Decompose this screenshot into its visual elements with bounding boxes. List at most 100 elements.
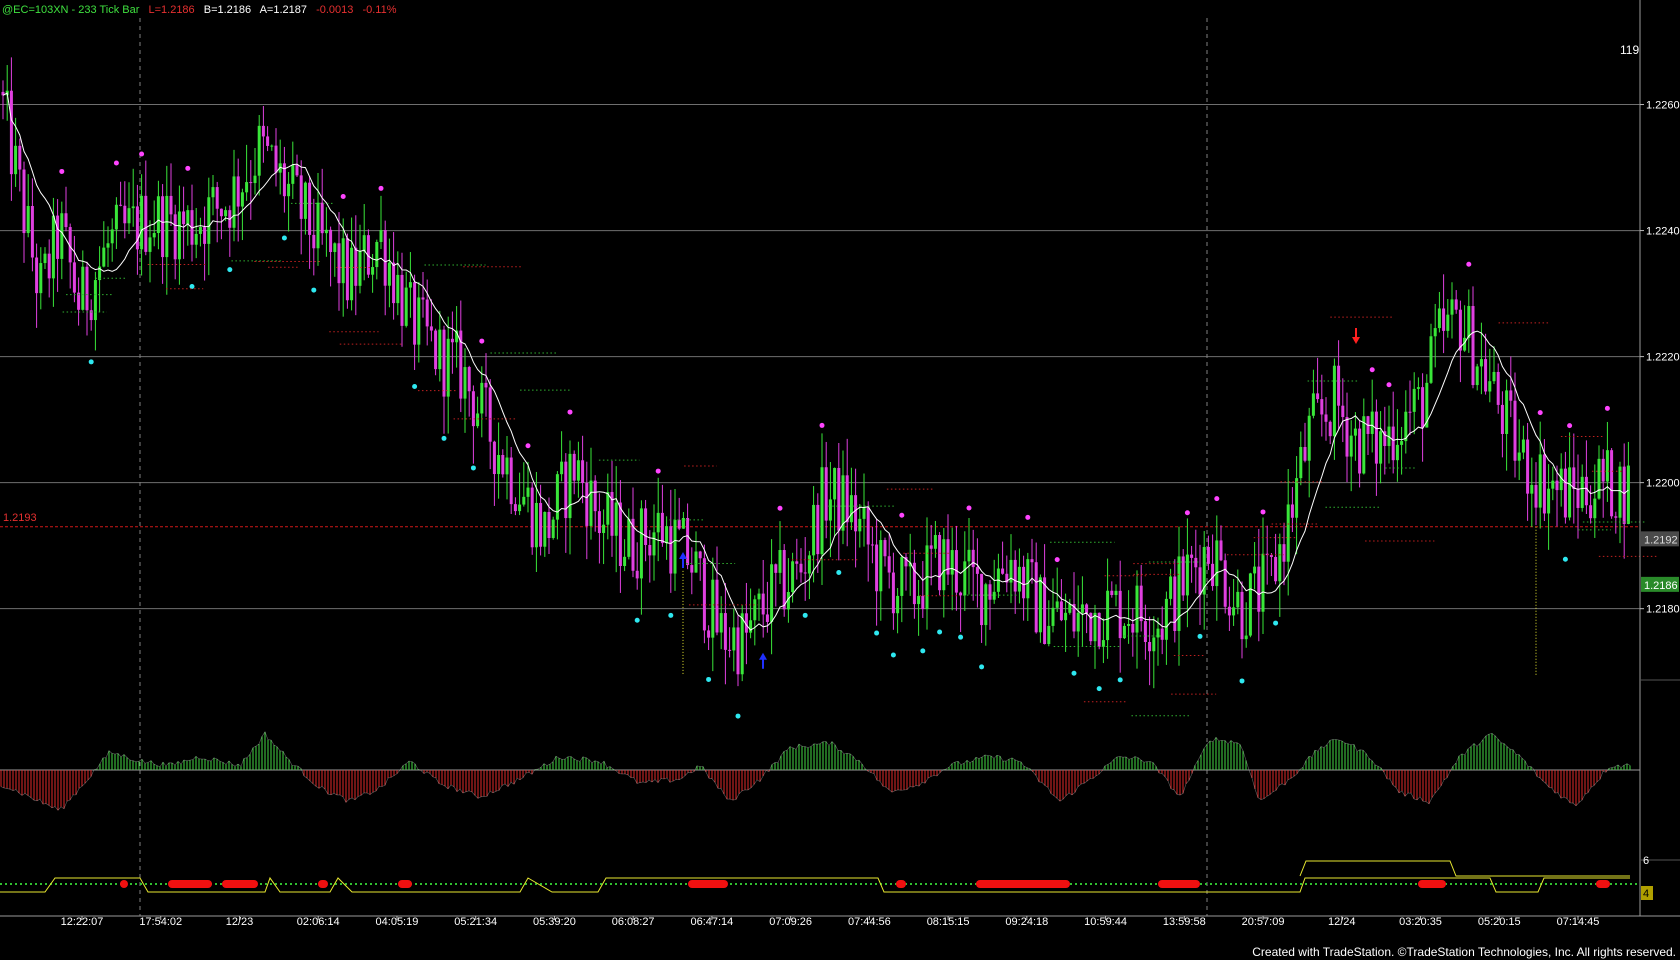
candle-body[interactable] <box>1593 498 1597 519</box>
bottom-signal-bar[interactable] <box>976 880 1070 888</box>
swing-low-dot[interactable] <box>1562 556 1568 562</box>
swing-low-dot[interactable] <box>920 648 926 654</box>
swing-low-dot[interactable] <box>412 383 418 389</box>
candle-body[interactable] <box>345 238 349 301</box>
candle-body[interactable] <box>1442 308 1446 331</box>
candle-body[interactable] <box>169 195 173 215</box>
swing-low-dot[interactable] <box>634 617 640 623</box>
candle-body[interactable] <box>60 213 64 259</box>
candle-body[interactable] <box>1526 439 1530 494</box>
candle-body[interactable] <box>950 550 954 575</box>
candle-body[interactable] <box>1391 426 1395 461</box>
candle-body[interactable] <box>425 299 429 327</box>
candle-body[interactable] <box>749 620 753 633</box>
swing-low-dot[interactable] <box>979 664 985 670</box>
candle-body[interactable] <box>56 215 60 259</box>
candle-body[interactable] <box>1345 417 1349 457</box>
candle-body[interactable] <box>1370 411 1374 434</box>
bottom-indicator-panel[interactable] <box>0 860 1640 893</box>
candle-body[interactable] <box>887 556 891 573</box>
candle-body[interactable] <box>660 512 664 544</box>
swing-high-dot[interactable] <box>1184 510 1190 516</box>
swing-low-dot[interactable] <box>836 569 842 575</box>
candle-body[interactable] <box>14 145 18 175</box>
candle-body[interactable] <box>1143 621 1147 642</box>
candle-body[interactable] <box>379 230 383 242</box>
candle-body[interactable] <box>1080 604 1084 613</box>
candle-body[interactable] <box>711 579 715 638</box>
candle-body[interactable] <box>778 550 782 573</box>
candle-body[interactable] <box>383 230 387 286</box>
candle-body[interactable] <box>1286 504 1290 562</box>
candle-body[interactable] <box>673 519 677 574</box>
candle-body[interactable] <box>1152 637 1156 652</box>
swing-low-dot[interactable] <box>88 359 94 365</box>
candle-body[interactable] <box>1139 585 1143 622</box>
candle-body[interactable] <box>434 330 438 370</box>
candle-body[interactable] <box>807 555 811 574</box>
candle-body[interactable] <box>1450 299 1454 315</box>
candle-body[interactable] <box>1349 435 1353 457</box>
candle-body[interactable] <box>812 504 816 556</box>
swing-low-dot[interactable] <box>1239 678 1245 684</box>
candle-body[interactable] <box>1517 452 1521 461</box>
candle-body[interactable] <box>215 187 219 209</box>
candle-body[interactable] <box>1572 467 1576 489</box>
candle-body[interactable] <box>765 614 769 622</box>
candle-body[interactable] <box>1064 612 1068 621</box>
candle-body[interactable] <box>47 253 51 279</box>
candle-body[interactable] <box>858 518 862 532</box>
candle-body[interactable] <box>446 338 450 397</box>
candle-body[interactable] <box>375 241 379 268</box>
swing-high-dot[interactable] <box>1214 496 1220 502</box>
candle-body[interactable] <box>165 195 169 258</box>
candle-body[interactable] <box>341 238 345 284</box>
candle-body[interactable] <box>1177 556 1181 631</box>
candle-body[interactable] <box>1030 559 1034 563</box>
candle-body[interactable] <box>299 175 303 219</box>
candle-body[interactable] <box>522 496 526 505</box>
candle-body[interactable] <box>64 213 68 228</box>
candle-body[interactable] <box>497 455 501 475</box>
candle-body[interactable] <box>1521 439 1525 453</box>
swing-high-dot[interactable] <box>819 422 825 428</box>
bottom-signal-bar[interactable] <box>168 880 212 888</box>
swing-low-dot[interactable] <box>890 652 896 658</box>
candle-body[interactable] <box>492 441 496 475</box>
candle-body[interactable] <box>1110 590 1114 596</box>
candle-body[interactable] <box>1227 606 1231 616</box>
candle-body[interactable] <box>287 183 291 197</box>
bottom-signal-bar[interactable] <box>1418 880 1446 888</box>
candle-body[interactable] <box>324 229 328 234</box>
candle-body[interactable] <box>606 492 610 525</box>
candle-body[interactable] <box>1580 476 1584 508</box>
candle-body[interactable] <box>568 453 572 519</box>
candle-body[interactable] <box>1114 590 1118 596</box>
candle-body[interactable] <box>1513 400 1517 461</box>
bottom-signal-bar[interactable] <box>120 880 128 888</box>
candle-body[interactable] <box>623 556 627 566</box>
swing-low-dot[interactable] <box>227 267 233 273</box>
candle-body[interactable] <box>131 206 135 209</box>
candle-body[interactable] <box>644 508 648 546</box>
bottom-signal-bar[interactable] <box>318 880 328 888</box>
swing-high-dot[interactable] <box>899 512 905 518</box>
candle-body[interactable] <box>837 467 841 531</box>
swing-low-dot[interactable] <box>470 465 476 471</box>
candle-body[interactable] <box>224 210 228 217</box>
candle-body[interactable] <box>1282 544 1286 562</box>
candle-body[interactable] <box>1131 623 1135 633</box>
candle-body[interactable] <box>1051 607 1055 626</box>
candle-body[interactable] <box>1093 612 1097 642</box>
candle-body[interactable] <box>295 164 299 176</box>
candle-body[interactable] <box>1101 640 1105 647</box>
bottom-signal-bar[interactable] <box>1158 880 1200 888</box>
swing-low-dot[interactable] <box>735 713 741 719</box>
candle-body[interactable] <box>106 243 110 248</box>
swing-low-dot[interactable] <box>1197 633 1203 639</box>
swing-low-dot[interactable] <box>1117 677 1123 683</box>
candle-body[interactable] <box>1118 590 1122 639</box>
swing-high-dot[interactable] <box>1567 423 1573 429</box>
candle-body[interactable] <box>816 504 820 555</box>
swing-low-dot[interactable] <box>311 287 317 293</box>
